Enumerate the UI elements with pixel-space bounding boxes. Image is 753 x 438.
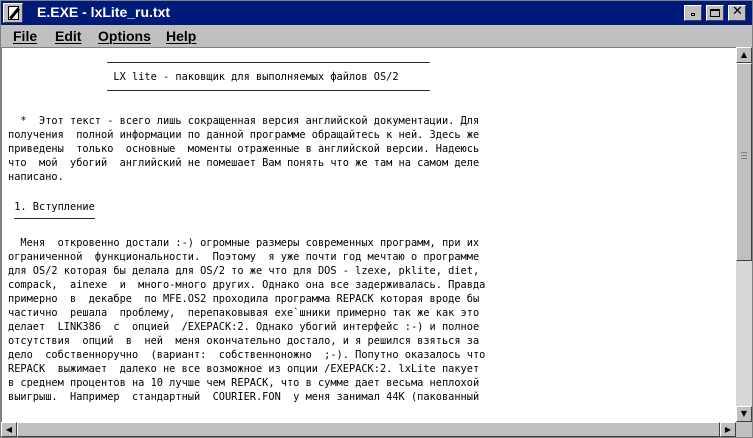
text-line: выигрыш. Например стандартный COURIER.FO… <box>8 391 480 403</box>
text-line: частично решала проблему, перепаковывая … <box>8 307 480 319</box>
window-title: E.EXE - lxLite_ru.txt <box>37 4 171 20</box>
close-button[interactable]: ✕ <box>728 4 746 21</box>
text-line: Меня откровенно достали :-) огромные раз… <box>8 237 480 249</box>
text-line: примерно в декабре по MFE.OS2 проходила … <box>8 293 480 305</box>
text-line: ───────────── <box>8 213 95 225</box>
maximize-icon <box>710 9 720 17</box>
text-line: REPACK выжимает далеко не все возможное … <box>8 363 480 375</box>
text-line: дело собственноручно (вариант: собственн… <box>8 349 486 361</box>
text-line: ────────────────────────────────────────… <box>8 57 430 69</box>
maximize-button[interactable] <box>706 5 724 21</box>
scroll-right-button[interactable]: ▶ <box>720 422 736 437</box>
minimize-icon <box>691 13 695 16</box>
text-line: в среднем процентов на 10 лучше чем REPA… <box>8 377 480 389</box>
scroll-left-button[interactable]: ◀ <box>1 422 17 437</box>
text-line: ────────────────────────────────────────… <box>8 85 430 97</box>
title-bar[interactable]: E.EXE - lxLite_ru.txt ✕ <box>1 1 752 25</box>
text-line: отсутствия опций в ней меня окончательно… <box>8 335 480 347</box>
text-line: compack, ainexe и много-много других. Од… <box>8 279 486 291</box>
close-icon: ✕ <box>732 4 743 19</box>
menu-bar: File Edit Options Help <box>1 25 752 47</box>
text-line: написано. <box>8 171 64 183</box>
arrow-down-icon: ▼ <box>740 409 748 418</box>
arrow-left-icon: ◀ <box>5 425 13 434</box>
editor-window: E.EXE - lxLite_ru.txt ✕ File Edit Option… <box>0 0 753 438</box>
menu-help[interactable]: Help <box>166 28 196 44</box>
scrollbar-corner <box>736 422 752 437</box>
horizontal-scroll-thumb[interactable] <box>17 422 720 437</box>
vertical-scroll-thumb[interactable] <box>736 63 752 261</box>
menu-edit[interactable]: Edit <box>55 28 81 44</box>
text-area[interactable]: ────────────────────────────────────────… <box>1 47 736 422</box>
text-line: для OS/2 которая бы делала для OS/2 то ж… <box>8 265 480 277</box>
scroll-up-button[interactable]: ▲ <box>736 47 752 63</box>
text-line: что мой убогий английский не помешает Ва… <box>8 157 480 169</box>
horizontal-scrollbar[interactable]: ◀ ▶ <box>1 422 736 437</box>
arrow-up-icon: ▲ <box>740 50 748 59</box>
text-line: получения полной информации по данной пр… <box>8 129 480 141</box>
text-line: приведены только основные моменты отраже… <box>8 143 480 155</box>
minimize-button[interactable] <box>684 5 702 21</box>
menu-options[interactable]: Options <box>98 28 151 44</box>
text-line: ограниченной функциональности. Поэтому я… <box>8 251 480 263</box>
vertical-scrollbar[interactable]: ▲ ▼ <box>736 47 752 422</box>
menu-file[interactable]: File <box>13 28 37 44</box>
arrow-right-icon: ▶ <box>724 425 732 434</box>
text-line: * Этот текст - всего лишь сокращенная ве… <box>8 115 480 127</box>
text-line: LX lite - паковщик для выполняемых файло… <box>8 71 399 83</box>
system-menu-icon[interactable] <box>3 3 23 23</box>
text-line: делает LINK386 с опцией /EXEPACK:2. Одна… <box>8 321 480 333</box>
scroll-down-button[interactable]: ▼ <box>736 406 752 422</box>
